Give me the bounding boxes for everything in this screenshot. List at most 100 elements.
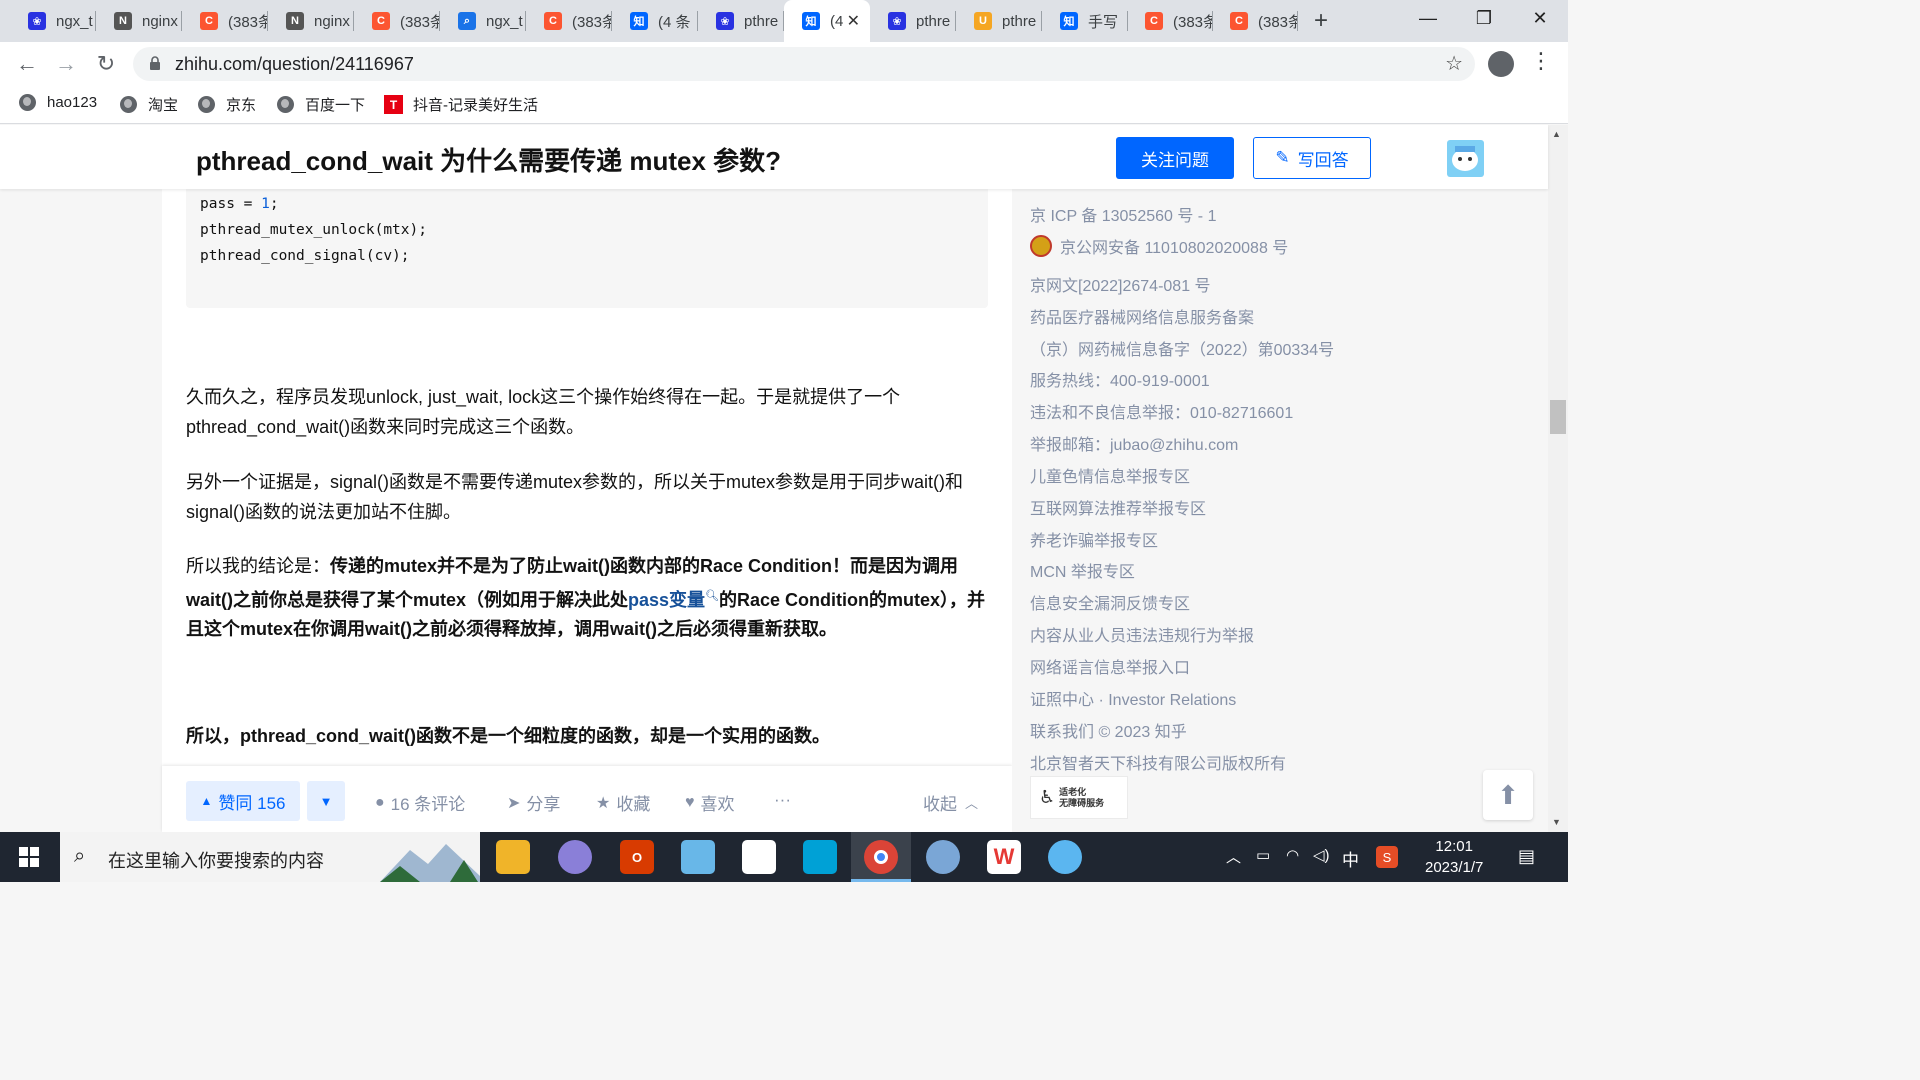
like-button[interactable]: ♥ 喜欢 [685, 790, 735, 815]
start-button[interactable] [0, 832, 58, 882]
write-answer-button[interactable]: ✎ 写回答 [1253, 137, 1371, 179]
browser-tab[interactable]: ❀ pthre [870, 0, 956, 42]
footer-line[interactable]: 养老诈骗举报专区 [1030, 527, 1158, 551]
back-button[interactable]: ← [12, 50, 42, 78]
system-clock[interactable]: 12:01 2023/1/7 [1425, 836, 1483, 878]
browser-tab[interactable]: C (383条 [182, 0, 268, 42]
footer-line[interactable]: 网络谣言信息举报入口 [1030, 654, 1190, 678]
share-button[interactable]: ➤ 分享 [507, 790, 560, 815]
avatar[interactable] [1447, 140, 1484, 177]
browser-tab[interactable]: C (383条 [1127, 0, 1213, 42]
profile-icon[interactable] [1488, 51, 1514, 77]
footer-line[interactable]: 京 ICP 备 13052560 号 - 1 [1030, 202, 1216, 226]
browser-tab[interactable]: C (383条 [526, 0, 612, 42]
forward-button[interactable]: → [51, 50, 81, 78]
footer-line[interactable]: 京网文[2022]2674-081 号 [1030, 272, 1211, 296]
more-button[interactable]: ··· [774, 790, 791, 810]
comments-button[interactable]: ● 16 条评论 [375, 790, 465, 815]
footer-line[interactable]: 内容从业人员违法违规行为举报 [1030, 622, 1254, 646]
url-text[interactable]: zhihu.com/question/24116967 [175, 54, 414, 75]
page-viewport: pthread_cond_wait 为什么需要传递 mutex 参数? 关注问题… [0, 125, 1568, 832]
footer-line[interactable]: （京）网药械信息备字（2022）第00334号 [1030, 336, 1334, 360]
bookmark-star-icon[interactable]: ☆ [1445, 51, 1463, 76]
bookmark-jd[interactable]: 京东 [198, 94, 256, 115]
reload-button[interactable]: ↻ [91, 50, 121, 78]
ime-indicator[interactable]: 中 [1342, 846, 1359, 871]
tab-close-icon[interactable]: ✕ [847, 11, 860, 31]
file-explorer-icon[interactable] [496, 840, 530, 874]
footer-line[interactable]: 证照中心 · Investor Relations [1030, 686, 1236, 710]
bookmark-douyin[interactable]: T 抖音-记录美好生活 [384, 94, 538, 115]
chrome-icon[interactable] [864, 840, 898, 874]
browser-tab[interactable]: 知 (4 ✕ [784, 0, 870, 42]
browser-tab[interactable]: ⌕ ngx_t [440, 0, 526, 42]
footer-line[interactable]: 举报邮箱：jubao@zhihu.com [1030, 431, 1238, 455]
app-icon[interactable] [681, 840, 715, 874]
new-tab-button[interactable]: + [1294, 0, 1348, 42]
browser-tab[interactable]: 知手写 [1042, 0, 1128, 42]
bookmark-baidu[interactable]: 百度一下 [277, 94, 365, 115]
bookmark-label: hao123 [47, 94, 98, 111]
scroll-up-arrow[interactable]: ▲ [1552, 129, 1561, 139]
office-icon[interactable]: O [620, 840, 654, 874]
tab-title: ngx_t [486, 12, 523, 30]
footer-line[interactable]: MCN 举报专区 [1030, 558, 1135, 582]
footer-line[interactable]: 北京智者天下科技有限公司版权所有 [1030, 750, 1286, 774]
back-to-top-button[interactable]: ⬆ [1483, 770, 1533, 820]
browser-tab[interactable]: Upthre [956, 0, 1042, 42]
notification-icon[interactable]: ▤ [1518, 846, 1535, 867]
scrollbar-track[interactable] [1548, 125, 1568, 832]
footer-line[interactable]: 儿童色情信息举报专区 [1030, 463, 1190, 487]
volume-icon[interactable]: ◁) [1313, 846, 1330, 864]
browser-tab[interactable]: C (383条 [354, 0, 440, 42]
wifi-icon[interactable]: ◠ [1286, 846, 1299, 864]
window-close-button[interactable]: ✕ [1512, 0, 1568, 36]
footer-line[interactable]: 京公网安备 11010802020088 号 [1030, 234, 1288, 258]
app-icon[interactable] [558, 840, 592, 874]
footer-line[interactable]: 药品医疗器械网络信息服务备案 [1030, 304, 1254, 328]
footer-line[interactable]: 联系我们 © 2023 知乎 [1030, 718, 1187, 742]
minimize-button[interactable]: — [1400, 0, 1456, 36]
search-icon: ⌕ [74, 845, 86, 867]
upvote-button[interactable]: ▲ 赞同 156 [186, 781, 300, 821]
omnibox[interactable]: zhihu.com/question/24116967 ☆ [133, 47, 1475, 81]
elder-accessibility-badge[interactable]: ♿︎ 适老化 无障碍服务 [1030, 776, 1128, 819]
favorite-button[interactable]: ★ 收藏 [596, 790, 650, 815]
app-icon[interactable] [742, 840, 776, 874]
tab-title: (4 条 [658, 13, 691, 31]
downvote-button[interactable]: ▼ [307, 781, 345, 821]
tab-title: (383条 [400, 13, 440, 31]
follow-question-button[interactable]: 关注问题 [1116, 137, 1234, 179]
footer-line[interactable]: 信息安全漏洞反馈专区 [1030, 590, 1190, 614]
browser-tab[interactable]: 知 (4 条 [612, 0, 698, 42]
taskbar-search-box[interactable]: ⌕ 在这里输入你要搜索的内容 [60, 832, 480, 882]
browser-tab[interactable]: ❀ ngx_t [10, 0, 96, 42]
browser-tab[interactable]: Nnginx [96, 0, 182, 42]
battery-icon[interactable]: ▭ [1256, 846, 1270, 864]
chevron-up-icon[interactable]: ︿ [1226, 846, 1241, 867]
paw-icon: ❀ [716, 12, 734, 30]
pass-variable-link[interactable]: pass变量🔍︎ [628, 590, 719, 610]
restore-button[interactable]: ❐ [1456, 0, 1512, 36]
collapse-button[interactable]: 收起 ︿ [923, 790, 978, 815]
app-icon[interactable] [1048, 840, 1082, 874]
bookmark-taobao[interactable]: 淘宝 [120, 94, 178, 115]
paragraph: 久而久之，程序员发现unlock, just_wait, lock这三个操作始终… [186, 387, 901, 437]
wps-icon[interactable]: W [987, 840, 1021, 874]
footer-line[interactable]: 服务热线：400-919-0001 [1030, 367, 1210, 391]
bilibili-icon[interactable] [803, 840, 837, 874]
scroll-down-arrow[interactable]: ▼ [1552, 817, 1561, 827]
footer-line[interactable]: 违法和不良信息举报：010-82716601 [1030, 399, 1293, 423]
footer-line[interactable]: 互联网算法推荐举报专区 [1030, 495, 1206, 519]
browser-tab[interactable]: Nnginx [268, 0, 354, 42]
browser-tab[interactable]: ❀ pthre [698, 0, 784, 42]
lock-icon[interactable] [149, 56, 161, 70]
menu-kebab-icon[interactable]: ⋮ [1530, 48, 1552, 74]
bookmark-hao123[interactable]: hao123 [19, 94, 97, 111]
sogou-icon[interactable]: S [1376, 846, 1398, 868]
browser-tab[interactable]: C (383条 [1212, 0, 1298, 42]
paint-icon[interactable] [926, 840, 960, 874]
scrollbar-thumb[interactable] [1550, 400, 1566, 434]
bookmark-label: 京东 [226, 97, 257, 114]
heart-icon: ♥ [685, 793, 695, 811]
